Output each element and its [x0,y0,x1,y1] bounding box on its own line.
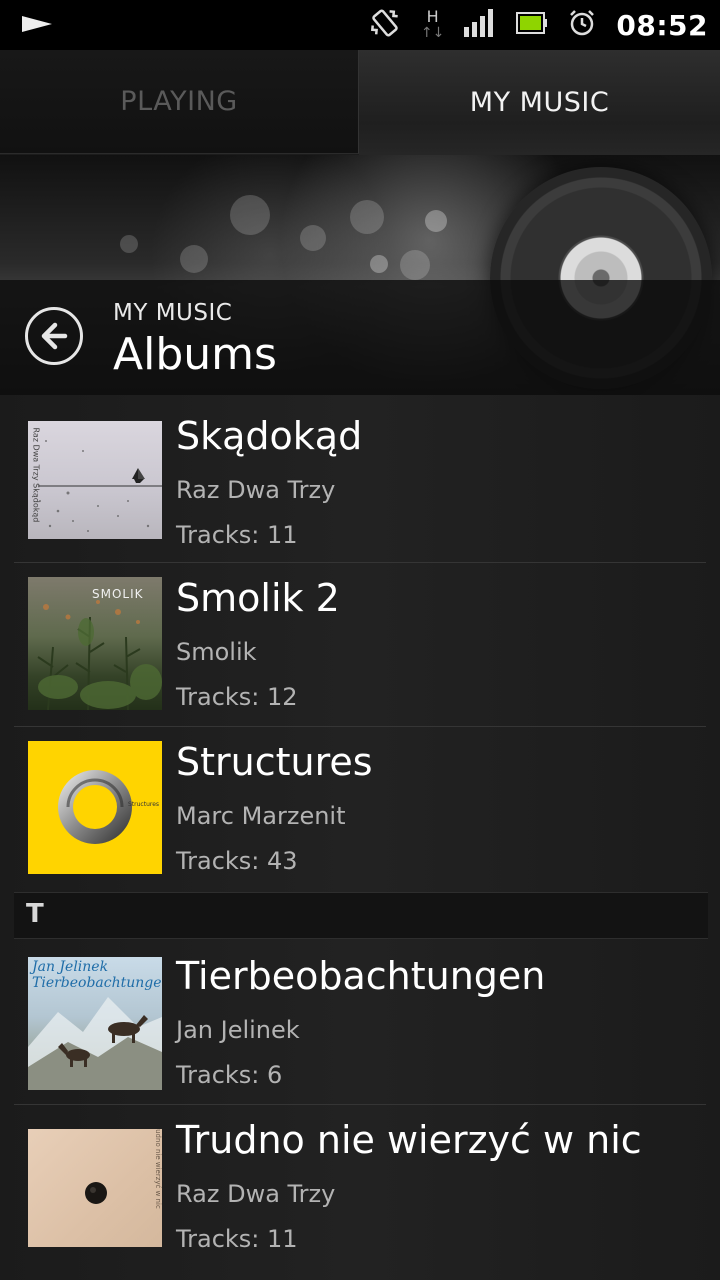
album-cover: Structures [28,741,162,874]
album-cover-text: Raz Dwa Trzy Skądokąd [31,427,41,523]
page-title: Albums [113,329,277,380]
album-title: Smolik 2 [176,576,340,620]
album-track-count: Tracks: 11 [176,521,298,549]
battery-icon [516,12,548,38]
album-artist: Raz Dwa Trzy [176,476,336,504]
album-cover-text: Trudno nie wierzyć w nic [154,1129,162,1209]
status-bar: H ↑↓ 08:52 [0,0,720,50]
album-track-count: Tracks: 11 [176,1225,298,1253]
album-cover: SMOLIK [28,577,162,710]
section-letter: T [26,899,44,929]
tab-my-music[interactable]: MY MUSIC [359,50,720,155]
album-track-count: Tracks: 12 [176,683,298,711]
play-notification-icon [22,16,52,36]
list-item[interactable]: SMOLIK Smolik 2 Smolik Tracks: 12 [0,563,720,727]
header-band [0,280,720,395]
list-item[interactable]: Trudno nie wierzyć w nic Trudno nie wier… [0,1105,720,1269]
album-track-count: Tracks: 43 [176,847,298,875]
vibrate-icon [369,7,401,43]
album-cover: Jan Jelinek Tierbeobachtungen [28,957,162,1090]
album-cover-text: Jan Jelinek Tierbeobachtungen [32,959,162,991]
clock-time: 08:52 [616,8,708,42]
section-header: T [14,892,708,939]
back-arrow-icon [41,322,68,350]
list-item[interactable]: Structures Structures Marc Marzenit Trac… [0,727,720,891]
album-cover-text: Structures [128,801,160,808]
tab-bar: PLAYING MY MUSIC [0,50,720,155]
alarm-icon [568,9,596,41]
tab-playing[interactable]: PLAYING [0,50,359,154]
back-button[interactable] [25,307,83,365]
header-subtitle: MY MUSIC [113,300,233,326]
album-track-count: Tracks: 6 [176,1061,283,1089]
album-artist: Smolik [176,638,257,666]
network-type-label: H [426,7,439,26]
album-artist: Jan Jelinek [176,1016,300,1044]
album-title: Skądokąd [176,414,363,458]
album-cover: Raz Dwa Trzy Skądokąd [28,421,162,539]
album-artist: Raz Dwa Trzy [176,1180,336,1208]
album-title: Structures [176,740,373,784]
album-title: Tierbeobachtungen [176,954,546,998]
data-arrows-icon: H ↑↓ [420,7,445,42]
header-banner [0,155,720,395]
album-list[interactable]: Raz Dwa Trzy Skądokąd Skądokąd Raz Dwa T… [0,395,720,1280]
album-title: Trudno nie wierzyć w nic [176,1118,642,1162]
album-artist: Marc Marzenit [176,802,346,830]
album-cover-text: SMOLIK [92,587,144,601]
list-item[interactable]: Jan Jelinek Tierbeobachtungen Tierbeobac… [0,941,720,1105]
list-item[interactable]: Raz Dwa Trzy Skądokąd Skądokąd Raz Dwa T… [0,399,720,563]
album-cover: Trudno nie wierzyć w nic [28,1129,162,1247]
signal-icon [464,9,496,41]
